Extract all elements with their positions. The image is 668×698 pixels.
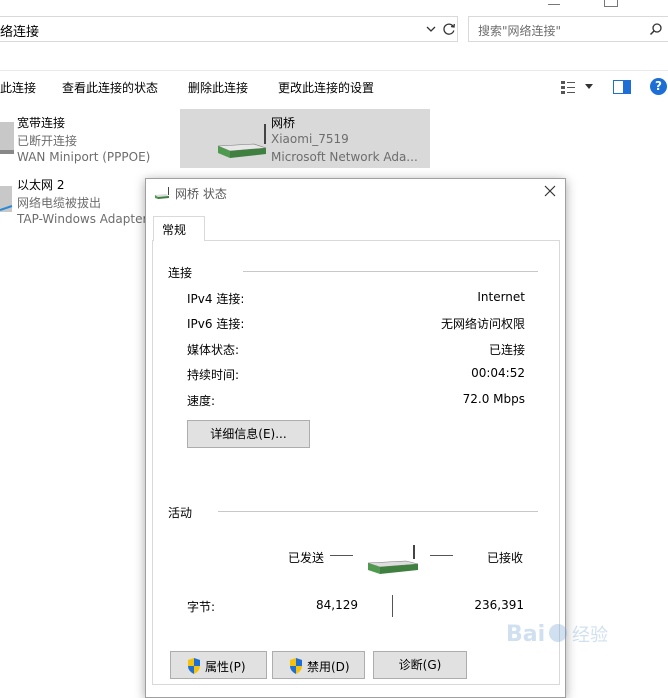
- disable-button[interactable]: 禁用(D): [272, 651, 365, 679]
- view-options-icon[interactable]: [560, 79, 576, 95]
- dialog-title: 网桥 状态: [175, 187, 227, 201]
- connection-name[interactable]: 网桥: [271, 114, 295, 131]
- row-value: 00:04:52: [471, 366, 525, 380]
- row-label: 速度:: [187, 394, 216, 408]
- address-bar[interactable]: [0, 16, 458, 42]
- sent-label: 已发送: [288, 551, 325, 565]
- disable-label: 禁用(D): [307, 660, 350, 674]
- refresh-icon[interactable]: [441, 21, 457, 37]
- connection-status: 已断开连接: [17, 134, 78, 148]
- bytes-sent-value: 84,129: [316, 598, 358, 612]
- toolbar-change-settings-button[interactable]: 更改此连接的设置: [278, 79, 374, 96]
- properties-label: 属性(P): [205, 660, 246, 674]
- received-line: [430, 555, 453, 556]
- row-value: Internet: [477, 290, 525, 304]
- row-value: 无网络访问权限: [440, 317, 525, 331]
- router-icon: [155, 187, 169, 199]
- group-divider: [243, 271, 538, 272]
- sent-line: [330, 555, 353, 556]
- group-divider: [218, 511, 538, 512]
- minimize-icon[interactable]: [548, 0, 560, 5]
- svg-text:经验: 经验: [572, 625, 608, 646]
- group-label-connection: 连接: [168, 266, 193, 280]
- connection-status: Xiaomi_7519: [271, 132, 349, 146]
- connection-device: WAN Miniport (PPPOE): [17, 150, 151, 164]
- connection-status: 网络电缆被拔出: [17, 196, 102, 210]
- connection-name[interactable]: 宽带连接: [17, 114, 65, 131]
- connection-device: TAP-Windows Adapter: [17, 212, 148, 226]
- help-icon[interactable]: ?: [650, 78, 667, 95]
- chevron-down-icon[interactable]: [424, 22, 438, 36]
- row-label: IPv6 连接:: [187, 317, 245, 331]
- properties-button[interactable]: 属性(P): [170, 651, 267, 679]
- connection-name[interactable]: 以太网 2: [17, 176, 64, 193]
- view-dropdown-arrow-icon[interactable]: [585, 84, 593, 89]
- row-label: IPv4 连接:: [187, 292, 245, 306]
- toolbar-view-status-button[interactable]: 查看此连接的状态: [62, 79, 158, 96]
- window-top-edge: [0, 0, 668, 10]
- bytes-divider: [392, 595, 393, 617]
- tab-general-label: 常规: [162, 223, 187, 237]
- connection-device: Microsoft Network Ada...: [271, 150, 418, 164]
- bytes-received-value: 236,391: [474, 598, 524, 612]
- router-icon: [217, 124, 267, 158]
- toolbar-delete-button[interactable]: 删除此连接: [188, 79, 248, 96]
- search-placeholder: 搜索"网络连接": [478, 24, 562, 38]
- bytes-label: 字节:: [187, 600, 216, 614]
- close-icon[interactable]: [543, 184, 557, 198]
- row-label: 媒体状态:: [187, 343, 240, 357]
- broadband-connection-icon: [0, 122, 14, 154]
- received-label: 已接收: [487, 551, 524, 565]
- svg-text:Bai: Bai: [506, 622, 545, 647]
- diagnose-button[interactable]: 诊断(G): [373, 651, 467, 679]
- shield-icon: [290, 658, 302, 674]
- details-button[interactable]: 详细信息(E)...: [187, 420, 310, 448]
- router-icon: [367, 545, 419, 574]
- group-label-activity: 活动: [168, 506, 193, 520]
- baidu-watermark-logo: Bai 经验: [506, 622, 608, 647]
- shield-icon: [188, 658, 200, 674]
- maximize-icon[interactable]: [604, 0, 618, 7]
- ethernet-icon: [0, 186, 13, 212]
- search-icon[interactable]: [649, 22, 663, 36]
- toolbar-connect-button[interactable]: 此连接: [0, 79, 36, 96]
- row-label: 持续时间:: [187, 368, 240, 382]
- address-path: 络连接: [0, 25, 40, 40]
- row-value: 已连接: [488, 343, 525, 357]
- preview-pane-icon[interactable]: [613, 80, 631, 94]
- row-value: 72.0 Mbps: [462, 392, 525, 406]
